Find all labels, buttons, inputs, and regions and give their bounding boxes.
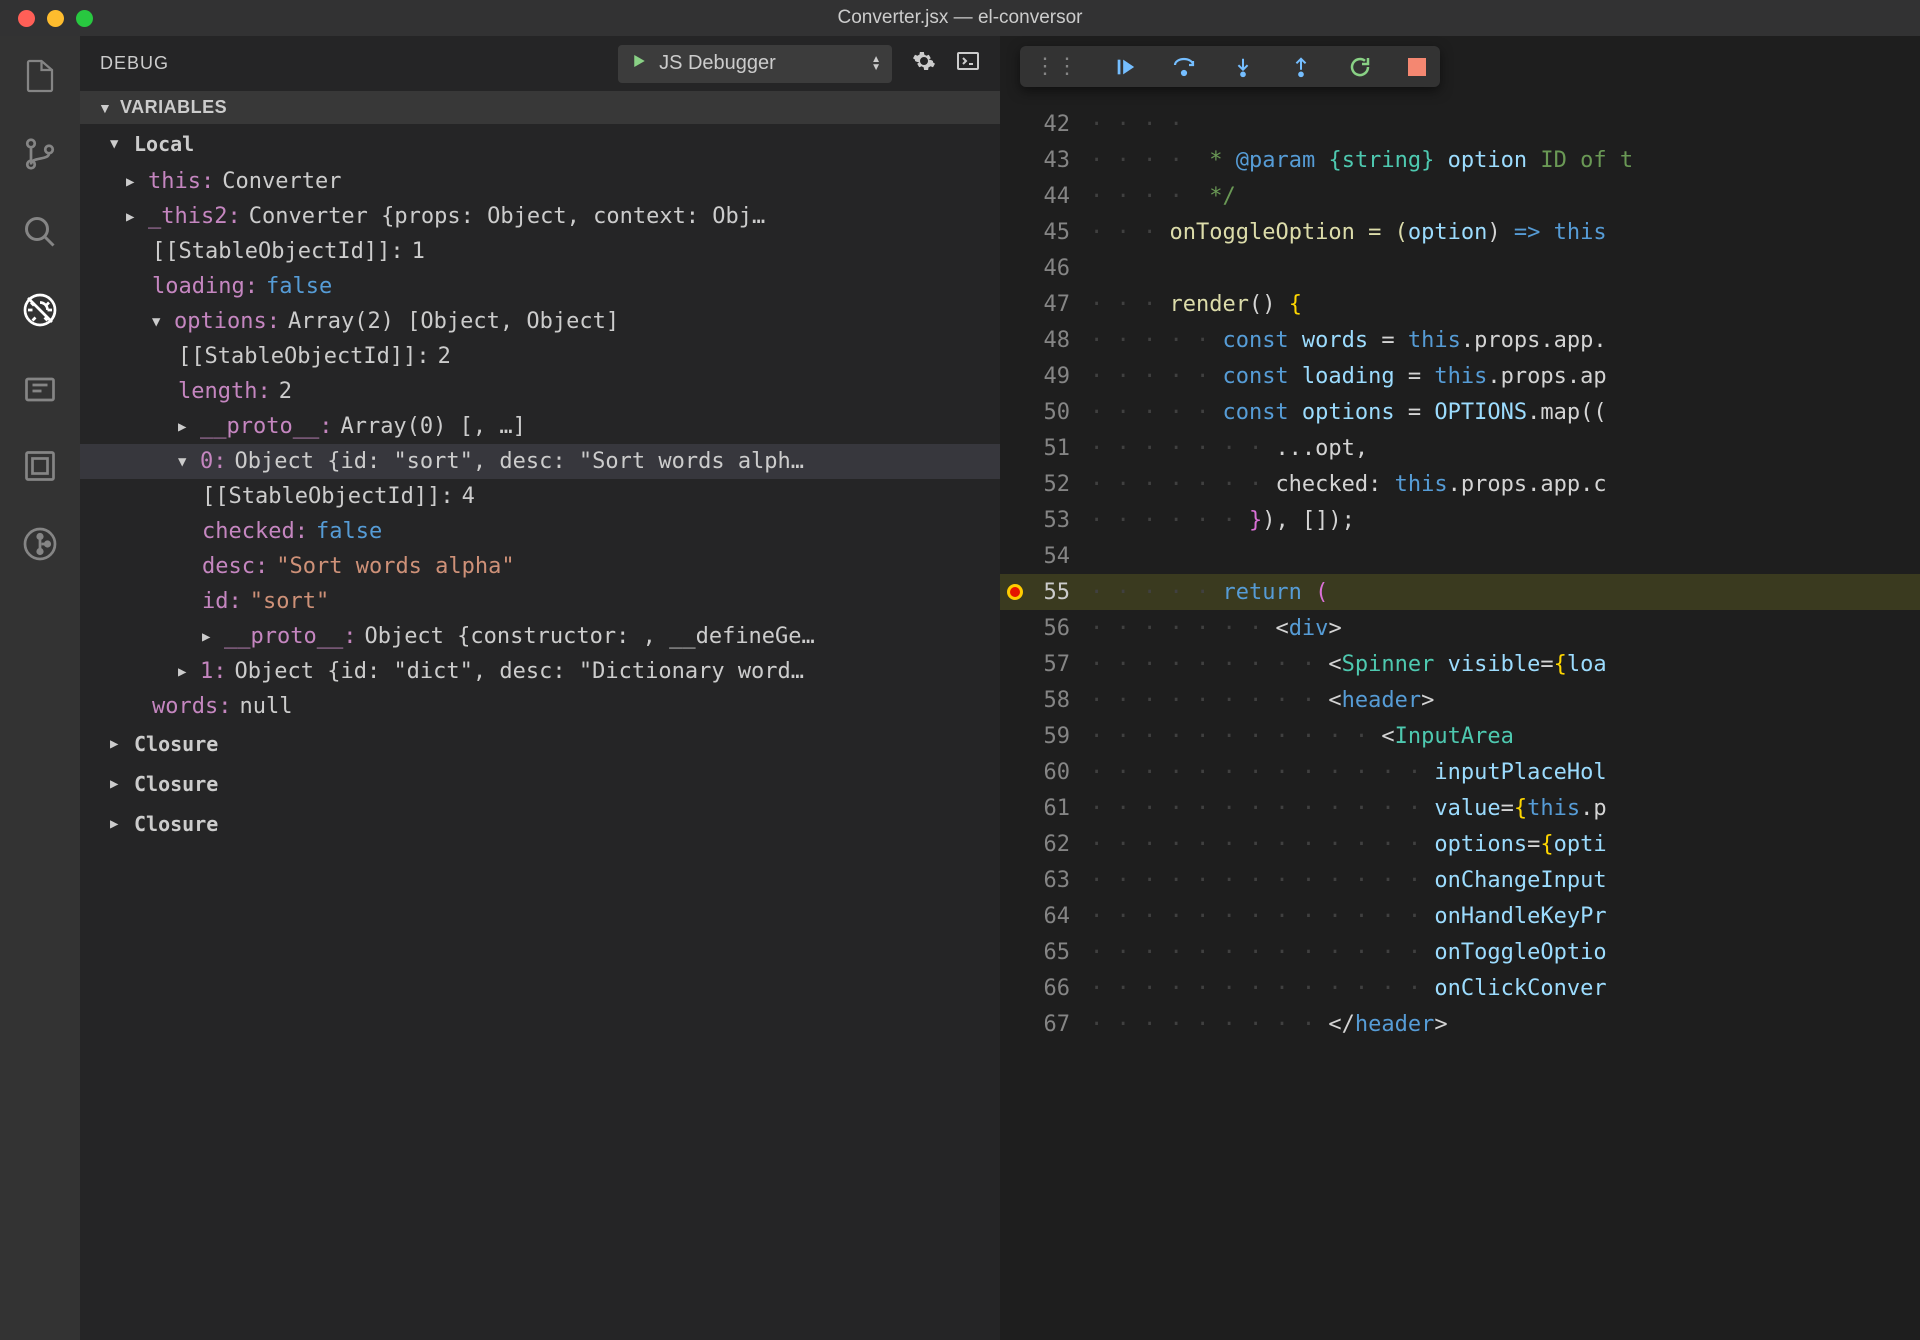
variable-row[interactable]: [[StableObjectId]]: 4: [80, 479, 1000, 514]
debug-config-name: JS Debugger: [659, 52, 859, 75]
source-control-icon[interactable]: [20, 134, 60, 174]
config-updown-icon[interactable]: ▲▼: [871, 56, 881, 72]
debug-header: DEBUG JS Debugger ▲▼: [80, 36, 1000, 91]
chevron-right-icon: ▶: [178, 664, 192, 680]
debug-label: DEBUG: [100, 53, 598, 74]
debug-icon[interactable]: [20, 290, 60, 330]
restart-button[interactable]: [1348, 55, 1372, 79]
variable-row[interactable]: ▼ options: Array(2) [Object, Object]: [80, 304, 1000, 339]
close-window-icon[interactable]: [18, 10, 35, 27]
variable-row[interactable]: ▶ __proto__: Array(0) [, …]: [80, 409, 1000, 444]
chevron-down-icon: ▼: [152, 314, 166, 330]
chevron-down-icon: ▼: [98, 100, 112, 116]
debug-sidebar: DEBUG JS Debugger ▲▼ ▼ VARIABLES ▼ Loc: [80, 36, 1000, 1340]
explorer-icon[interactable]: [20, 56, 60, 96]
variable-row[interactable]: ▶ 1: Object {id: "dict", desc: "Dictiona…: [80, 654, 1000, 689]
code-content[interactable]: 42· · · · 43· · · · * @param {string} op…: [1000, 36, 1920, 1042]
debug-console-icon[interactable]: [956, 49, 980, 79]
maximize-window-icon[interactable]: [76, 10, 93, 27]
variable-row[interactable]: id: "sort": [80, 584, 1000, 619]
variable-row[interactable]: ▶ __proto__: Object {constructor: , __de…: [80, 619, 1000, 654]
variable-row[interactable]: length: 2: [80, 374, 1000, 409]
variables-section-header[interactable]: ▼ VARIABLES: [80, 91, 1000, 124]
window-title: Converter.jsx — el-conversor: [838, 7, 1083, 29]
window-controls: [0, 10, 93, 27]
start-debug-icon[interactable]: [629, 52, 647, 76]
step-over-button[interactable]: [1172, 55, 1196, 79]
variable-row[interactable]: ▼ 0: Object {id: "sort", desc: "Sort wor…: [80, 444, 1000, 479]
scope-closure[interactable]: ▶ Closure: [80, 764, 1000, 804]
git-icon[interactable]: [20, 524, 60, 564]
drag-handle-icon[interactable]: ⋮⋮: [1034, 54, 1078, 79]
chevron-right-icon: ▶: [202, 629, 216, 645]
variable-row[interactable]: ▶ _this2: Converter {props: Object, cont…: [80, 199, 1000, 234]
debug-config-selector[interactable]: JS Debugger ▲▼: [618, 45, 892, 83]
scope-closure[interactable]: ▶ Closure: [80, 804, 1000, 844]
panel-icon[interactable]: [20, 446, 60, 486]
activity-bar: [0, 36, 80, 1340]
variable-row[interactable]: checked: false: [80, 514, 1000, 549]
variable-row[interactable]: words: null: [80, 689, 1000, 724]
gear-icon[interactable]: [912, 49, 936, 79]
variable-row[interactable]: ▶ this: Converter: [80, 164, 1000, 199]
search-icon[interactable]: [20, 212, 60, 252]
titlebar: Converter.jsx — el-conversor: [0, 0, 1920, 36]
chevron-down-icon: ▼: [178, 454, 192, 470]
variable-row[interactable]: loading: false: [80, 269, 1000, 304]
step-into-button[interactable]: [1232, 56, 1254, 78]
chevron-right-icon: ▶: [126, 174, 140, 190]
continue-button[interactable]: [1114, 56, 1136, 78]
chevron-right-icon: ▶: [126, 209, 140, 225]
minimize-window-icon[interactable]: [47, 10, 64, 27]
variable-row[interactable]: [[StableObjectId]]: 2: [80, 339, 1000, 374]
step-out-button[interactable]: [1290, 56, 1312, 78]
editor[interactable]: ⋮⋮ 42· · · · 43· · · · * @param {string}…: [1000, 36, 1920, 1340]
chevron-right-icon: ▶: [110, 816, 124, 832]
breakpoint-icon[interactable]: [1007, 584, 1023, 600]
chevron-down-icon: ▼: [110, 136, 124, 152]
scope-closure[interactable]: ▶ Closure: [80, 724, 1000, 764]
variable-row[interactable]: [[StableObjectId]]: 1: [80, 234, 1000, 269]
chevron-right-icon: ▶: [178, 419, 192, 435]
debug-toolbar: ⋮⋮: [1020, 46, 1440, 87]
chevron-right-icon: ▶: [110, 776, 124, 792]
scope-local[interactable]: ▼ Local: [80, 124, 1000, 164]
variable-row[interactable]: desc: "Sort words alpha": [80, 549, 1000, 584]
chevron-right-icon: ▶: [110, 736, 124, 752]
extensions-icon[interactable]: [20, 368, 60, 408]
stop-button[interactable]: [1408, 58, 1426, 76]
